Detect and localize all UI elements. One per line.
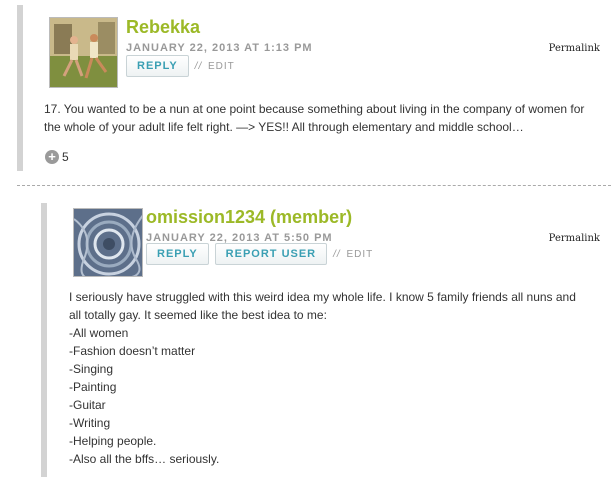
body-line: -Writing [69,416,111,430]
vote-area: + 5 [45,150,69,164]
body-line: -Helping people. [69,434,157,448]
comment-divider [17,185,611,186]
permalink-link[interactable]: Permalink [549,233,600,244]
plus-circle-icon[interactable]: + [45,150,59,164]
body-line: -All women [69,326,129,340]
comment-author[interactable]: Rebekka [126,17,200,38]
comment-omission1234: omission1234 (member) JANUARY 22, 2013 A… [41,203,611,477]
edit-link[interactable]: // EDIT [333,249,373,260]
edit-separator: // [333,248,341,260]
comment-body: I seriously have struggled with this wei… [69,288,611,468]
comment-date[interactable]: JANUARY 22, 2013 AT 1:13 PM [126,42,313,54]
comment-author[interactable]: omission1234 (member) [146,207,352,228]
edit-label: EDIT [208,60,235,72]
body-line: all totally gay. It seemed like the best… [69,308,327,322]
comment-actions: REPLY REPORT USER // EDIT [146,243,373,265]
permalink-link[interactable]: Permalink [549,43,600,54]
reply-button[interactable]: REPLY [146,243,209,265]
body-line: -Painting [69,380,117,394]
avatar[interactable] [73,208,143,277]
comment-body: 17. You wanted to be a nun at one point … [44,100,611,136]
body-line: the whole of your adult life felt right.… [44,120,524,134]
reply-button[interactable]: REPLY [126,55,189,77]
body-line: -Also all the bffs… seriously. [69,452,220,466]
report-user-button[interactable]: REPORT USER [214,243,328,265]
comment-actions: REPLY // EDIT [126,55,235,77]
avatar[interactable] [49,17,118,88]
body-line: -Fashion doesn’t matter [69,344,196,358]
body-line: I seriously have struggled with this wei… [69,290,576,304]
comment-rebekka: Rebekka JANUARY 22, 2013 AT 1:13 PM Perm… [17,5,611,171]
vote-count: 5 [62,150,69,164]
body-line: 17. You wanted to be a nun at one point … [44,102,585,116]
edit-link[interactable]: // EDIT [195,61,235,72]
body-line: -Singing [69,362,114,376]
body-line: -Guitar [69,398,106,412]
edit-label: EDIT [346,248,374,260]
edit-separator: // [194,60,203,72]
